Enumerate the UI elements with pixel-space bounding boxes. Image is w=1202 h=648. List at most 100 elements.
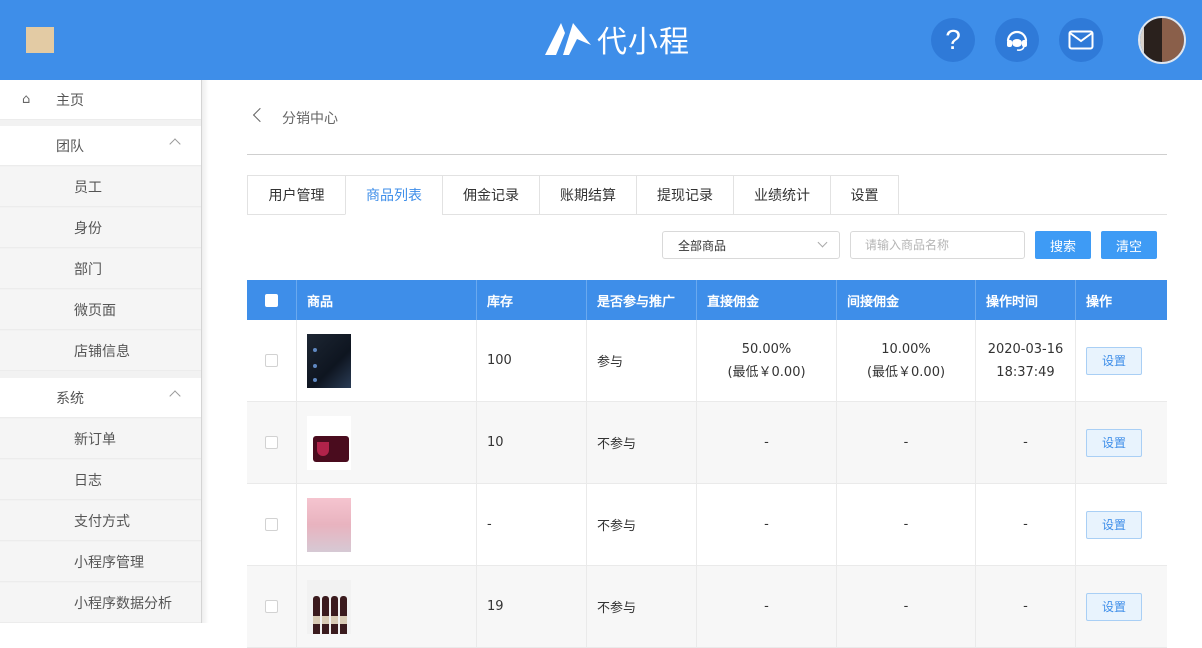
sidebar-item-label: 微页面 xyxy=(74,302,116,319)
table-row: 19 不参与 - - - 设置 xyxy=(247,566,1167,648)
table-row: - 不参与 - - - 设置 xyxy=(247,484,1167,566)
chevron-up-icon xyxy=(169,390,181,402)
product-cell xyxy=(297,484,477,565)
sidebar-item-home[interactable]: ⌂ 主页 xyxy=(0,80,201,120)
clear-button[interactable]: 清空 xyxy=(1101,231,1157,259)
tab-user-management[interactable]: 用户管理 xyxy=(247,175,345,215)
direct-commission-cell: 50.00% (最低￥0.00) xyxy=(697,320,837,401)
sidebar-item-micro-page[interactable]: 微页面 xyxy=(0,290,201,330)
user-avatar[interactable] xyxy=(1138,16,1186,64)
stock-cell: 10 xyxy=(477,402,587,483)
message-button[interactable] xyxy=(1059,18,1103,62)
stock-cell: 100 xyxy=(477,320,587,401)
product-thumbnail[interactable] xyxy=(307,579,351,634)
app-logo[interactable]: 代小程 xyxy=(543,18,690,60)
table-row: 10 不参与 - - - 设置 xyxy=(247,402,1167,484)
sidebar-item-label: 身份 xyxy=(74,220,102,237)
product-table: 商品 库存 是否参与推广 直接佣金 间接佣金 操作时间 操作 100 参与 50… xyxy=(247,280,1167,648)
divider xyxy=(898,214,1167,215)
mail-icon xyxy=(1068,30,1094,50)
tab-commission-records[interactable]: 佣金记录 xyxy=(442,175,539,215)
help-button[interactable]: ? xyxy=(931,18,975,62)
column-header: 操作时间 xyxy=(976,280,1076,320)
sidebar-group-team[interactable]: 团队 xyxy=(0,126,201,166)
column-header: 间接佣金 xyxy=(837,280,976,320)
top-header: 代小程 ? xyxy=(0,0,1202,80)
question-icon: ? xyxy=(945,24,961,55)
direct-commission-cell: - xyxy=(697,484,837,565)
product-filter-select[interactable]: 全部商品 xyxy=(662,231,840,259)
sidebar-item-log[interactable]: 日志 xyxy=(0,460,201,500)
tab-settings[interactable]: 设置 xyxy=(830,175,899,215)
settings-button[interactable]: 设置 xyxy=(1086,428,1142,457)
column-header: 直接佣金 xyxy=(697,280,837,320)
product-cell xyxy=(297,566,477,647)
sidebar-item-payment[interactable]: 支付方式 xyxy=(0,501,201,541)
sidebar-item-label: 员工 xyxy=(74,179,102,196)
sidebar-item-staff[interactable]: 员工 xyxy=(0,167,201,207)
settings-button[interactable]: 设置 xyxy=(1086,346,1142,375)
sidebar-item-label: 部门 xyxy=(74,261,102,278)
tab-product-list[interactable]: 商品列表 xyxy=(345,175,442,215)
product-cell xyxy=(297,402,477,483)
row-checkbox[interactable] xyxy=(265,600,278,613)
tab-withdrawals[interactable]: 提现记录 xyxy=(636,175,733,215)
search-input[interactable] xyxy=(850,231,1025,259)
table-header: 商品 库存 是否参与推广 直接佣金 间接佣金 操作时间 操作 xyxy=(247,280,1167,320)
sidebar: ⌂ 主页 团队 员工 身份 部门 微页面 店铺信息 系统 新订单 日志 支付方式… xyxy=(0,80,209,623)
direct-commission-cell: - xyxy=(697,402,837,483)
sidebar-item-label: 店铺信息 xyxy=(74,343,130,360)
column-header: 操作 xyxy=(1086,294,1113,310)
time-cell: 2020-03-16 18:37:49 xyxy=(976,320,1076,401)
time-cell: - xyxy=(976,484,1076,565)
indirect-commission-cell: - xyxy=(837,566,976,647)
select-all-cell xyxy=(247,280,297,320)
promo-cell: 不参与 xyxy=(587,484,697,565)
column-header: 是否参与推广 xyxy=(587,280,697,320)
product-thumbnail[interactable] xyxy=(307,415,351,470)
home-icon: ⌂ xyxy=(22,92,31,107)
row-checkbox[interactable] xyxy=(265,354,278,367)
chevron-down-icon xyxy=(817,237,828,248)
sidebar-group-label: 系统 xyxy=(56,390,84,407)
sidebar-group-label: 团队 xyxy=(56,138,84,155)
row-checkbox[interactable] xyxy=(265,436,278,449)
sidebar-item-label: 支付方式 xyxy=(74,513,130,530)
sidebar-item-label: 小程序管理 xyxy=(74,554,144,571)
sidebar-group-system[interactable]: 系统 xyxy=(0,378,201,418)
sidebar-item-miniapp-analytics[interactable]: 小程序数据分析 xyxy=(0,583,201,623)
column-header: 库存 xyxy=(477,280,587,320)
row-checkbox[interactable] xyxy=(265,518,278,531)
page-title: 分销中心 xyxy=(282,111,338,127)
product-thumbnail[interactable] xyxy=(307,333,351,388)
logo-text: 代小程 xyxy=(597,25,690,60)
tab-settlement[interactable]: 账期结算 xyxy=(539,175,636,215)
indirect-commission-cell: - xyxy=(837,484,976,565)
search-button[interactable]: 搜索 xyxy=(1035,231,1091,259)
column-header: 商品 xyxy=(297,280,477,320)
sidebar-item-store-info[interactable]: 店铺信息 xyxy=(0,331,201,371)
sidebar-item-department[interactable]: 部门 xyxy=(0,249,201,289)
select-all-checkbox[interactable] xyxy=(265,293,278,307)
direct-commission-cell: - xyxy=(697,566,837,647)
table-row: 100 参与 50.00% (最低￥0.00) 10.00% (最低￥0.00) 2… xyxy=(247,320,1167,402)
settings-button[interactable]: 设置 xyxy=(1086,510,1142,539)
indirect-commission-cell: - xyxy=(837,402,976,483)
tab-performance[interactable]: 业绩统计 xyxy=(733,175,830,215)
menu-toggle[interactable] xyxy=(26,27,54,53)
sidebar-item-miniapp-manage[interactable]: 小程序管理 xyxy=(0,542,201,582)
sidebar-item-identity[interactable]: 身份 xyxy=(0,208,201,248)
divider xyxy=(247,154,1167,155)
time-cell: - xyxy=(976,402,1076,483)
sidebar-item-new-order[interactable]: 新订单 xyxy=(0,419,201,459)
back-arrow-icon[interactable] xyxy=(252,107,268,123)
tab-bar: 用户管理 商品列表 佣金记录 账期结算 提现记录 业绩统计 设置 xyxy=(247,175,899,215)
product-thumbnail[interactable] xyxy=(307,497,351,552)
sidebar-item-label: 主页 xyxy=(56,92,84,109)
sidebar-item-label: 新订单 xyxy=(74,431,116,448)
time-cell: - xyxy=(976,566,1076,647)
sidebar-item-label: 小程序数据分析 xyxy=(74,595,172,612)
settings-button[interactable]: 设置 xyxy=(1086,592,1142,621)
product-cell xyxy=(297,320,477,401)
customer-service-button[interactable] xyxy=(995,18,1039,62)
